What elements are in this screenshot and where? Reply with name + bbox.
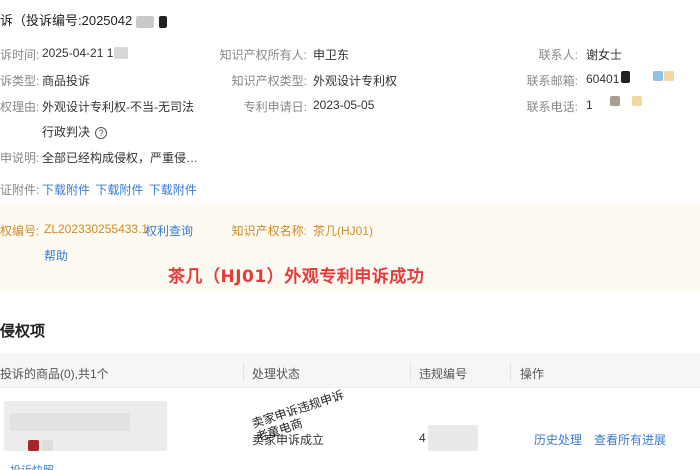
ip-type-value: 外观设计专利权 [313,74,398,88]
redacted-mark [159,15,168,28]
col-header-actions: 操作 [520,367,545,381]
table-row: 投诉快照 卖家申诉成立 4 历史处理 查看所有进展 [0,389,700,470]
row-violation-number: 4 [419,431,426,445]
redacted-violation-number [428,425,478,451]
download-attachment-link-3[interactable]: 下载附件 [149,183,197,197]
redacted-email-b [653,71,663,81]
complaint-time-label: 诉时间: [0,48,40,62]
complaint-desc-value: 全部已经构成侵权，严重侵… [42,151,199,165]
complaint-reason-value: 外观设计专利权-不当-无司法 [42,100,194,114]
contact-person-value: 谢女士 [586,48,623,62]
contact-email-value: 60401 [586,72,620,86]
complaint-reason-cont: 行政判决 [42,125,91,139]
view-progress-link[interactable]: 查看所有进展 [594,431,666,448]
redacted-time [114,47,128,59]
ip-owner-label: 知识产权所有人: [219,48,307,62]
rights-number-label: 权编号: [0,224,40,238]
patent-apply-date-value: 2023-05-05 [313,98,375,112]
contact-person-label: 联系人: [538,48,578,62]
ip-type-label: 知识产权类型: [231,74,307,88]
complaint-title: 诉（投诉编号:2025042 [0,10,168,29]
ip-owner-value: 申卫东 [313,48,350,62]
ip-name-label: 知识产权名称: [231,224,307,238]
col-header-violation: 违规编号 [419,367,468,381]
attachment-links: 下载附件 下载附件 下载附件 [42,181,197,198]
rights-number-value: ZL202330255433.1 [44,222,149,236]
complaint-snapshot-link[interactable]: 投诉快照 [10,462,54,470]
complaint-reason-label: 权理由: [0,100,40,114]
redacted-email-a [621,71,630,83]
complaint-type-value: 商品投诉 [42,74,91,88]
complaint-time-value: 2025-04-21 1 [42,46,114,60]
download-attachment-link-1[interactable]: 下载附件 [42,183,90,197]
download-attachment-link-2[interactable]: 下载附件 [95,183,143,197]
product-thumbnail-mark [42,440,53,451]
product-thumbnail-mark [28,440,39,451]
patent-apply-date-label: 专利申请日: [243,100,307,114]
col-divider [243,362,244,382]
product-thumbnail-overlay [10,413,130,431]
history-link[interactable]: 历史处理 [534,431,582,448]
table-header: 投诉的商品(0),共1个 处理状态 违规编号 操作 [0,354,700,388]
infringement-section-title: 侵权项 [0,323,46,340]
complaint-reason-value-line2: 行政判决? [42,123,108,140]
help-link[interactable]: 帮助 [44,247,68,264]
appeal-success-banner: 茶几（HJ01）外观专利申诉成功 [168,267,425,287]
complaint-type-label: 诉类型: [0,74,40,88]
col-header-status: 处理状态 [252,367,301,381]
contact-phone-label: 联系电话: [526,100,578,114]
complaint-title-text: 诉（投诉编号:2025042 [0,13,133,28]
redacted-phone-b [632,96,642,106]
contact-phone-value: 1 [586,98,593,112]
redacted-complaint-id [135,15,154,28]
col-header-goods: 投诉的商品(0),共1个 [0,367,109,381]
contact-email-label: 联系邮箱: [526,74,578,88]
redacted-email-c [664,71,674,81]
col-divider [510,362,511,382]
ip-name-value: 茶几(HJ01) [313,224,374,238]
redacted-phone-a [610,96,620,106]
attachment-label: 证附件: [0,183,40,197]
col-divider [410,362,411,382]
rights-query-link[interactable]: 权利查询 [145,222,193,239]
help-question-icon[interactable]: ? [95,126,108,139]
complaint-desc-label: 申说明: [0,151,40,165]
